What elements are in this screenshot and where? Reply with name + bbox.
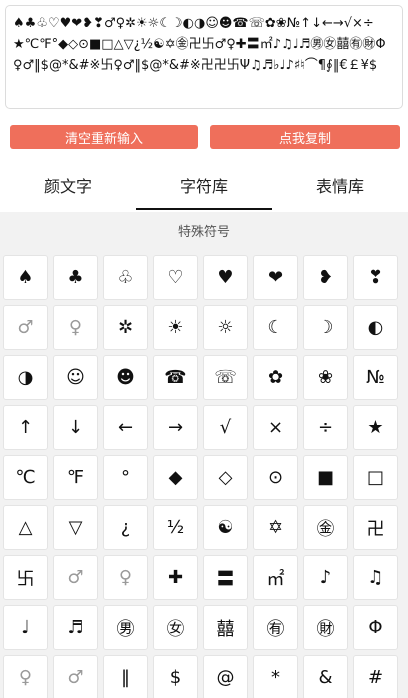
symbol-cell[interactable]: ◑: [3, 355, 48, 400]
symbol-cell[interactable]: ℃: [3, 455, 48, 500]
symbol-cell[interactable]: →: [153, 405, 198, 450]
symbol-cell[interactable]: №: [353, 355, 398, 400]
symbol-cell[interactable]: $: [153, 655, 198, 698]
symbol-cell[interactable]: *: [253, 655, 298, 698]
symbol-cell[interactable]: ㊚: [103, 605, 148, 650]
symbol-cell[interactable]: @: [203, 655, 248, 698]
symbol-cell[interactable]: □: [353, 455, 398, 500]
category-tabs: 颜文字 字符库 表情库: [0, 160, 408, 210]
symbol-cell[interactable]: ☺: [53, 355, 98, 400]
symbol-cell[interactable]: ❣: [353, 255, 398, 300]
symbol-cell[interactable]: ☀: [153, 305, 198, 350]
symbol-cell[interactable]: ↑: [3, 405, 48, 450]
symbol-cell[interactable]: ×: [253, 405, 298, 450]
symbol-cell[interactable]: ♠: [3, 255, 48, 300]
symbol-cell[interactable]: #: [353, 655, 398, 698]
symbol-cell[interactable]: Φ: [353, 605, 398, 650]
symbol-cell[interactable]: 卐: [3, 555, 48, 600]
symbol-cell[interactable]: ☯: [203, 505, 248, 550]
symbol-cell[interactable]: ◐: [353, 305, 398, 350]
symbol-cell[interactable]: ♬: [53, 605, 98, 650]
symbol-cell[interactable]: 卍: [353, 505, 398, 550]
symbol-cell[interactable]: ◇: [203, 455, 248, 500]
symbol-cell[interactable]: ♪: [303, 555, 348, 600]
symbol-cell[interactable]: ♫: [353, 555, 398, 600]
symbol-cell[interactable]: ♀: [53, 305, 98, 350]
symbol-cell[interactable]: ♣: [53, 255, 98, 300]
symbol-cell[interactable]: ☾: [253, 305, 298, 350]
symbol-cell[interactable]: ♩: [3, 605, 48, 650]
header-area: ♠♣♧♡♥❤❥❣♂♀✲☀☼☾☽◐◑☺☻☎☏✿❀№↑↓←→√×÷★℃℉°◆◇⊙■□…: [0, 0, 408, 212]
clear-reinput-button[interactable]: 清空重新输入: [10, 125, 198, 149]
symbol-cell[interactable]: ♡: [153, 255, 198, 300]
symbol-cell[interactable]: ÷: [303, 405, 348, 450]
symbol-cell[interactable]: ℉: [53, 455, 98, 500]
symbol-cell[interactable]: ♥: [203, 255, 248, 300]
tab-emoji-library[interactable]: 表情库: [272, 160, 408, 210]
symbol-cell[interactable]: ㊖: [303, 605, 348, 650]
symbol-cell[interactable]: ◆: [153, 455, 198, 500]
symbol-cell[interactable]: ↓: [53, 405, 98, 450]
symbol-cell[interactable]: ⊙: [253, 455, 298, 500]
symbol-cell[interactable]: ♂: [53, 555, 98, 600]
symbol-cell[interactable]: ♂: [53, 655, 98, 698]
symbol-cell[interactable]: ❥: [303, 255, 348, 300]
symbol-cell[interactable]: ☼: [203, 305, 248, 350]
copy-button[interactable]: 点我复制: [210, 125, 400, 149]
symbol-cell[interactable]: ←: [103, 405, 148, 450]
symbol-cell[interactable]: ❤: [253, 255, 298, 300]
symbol-cell[interactable]: °: [103, 455, 148, 500]
tab-kaomoji[interactable]: 颜文字: [0, 160, 136, 210]
symbol-cell[interactable]: ‖: [103, 655, 148, 698]
symbol-cell[interactable]: &: [303, 655, 348, 698]
symbol-cell[interactable]: ✲: [103, 305, 148, 350]
symbol-cell[interactable]: ㊒: [253, 605, 298, 650]
symbol-cell[interactable]: ☻: [103, 355, 148, 400]
symbol-cell[interactable]: ✡: [253, 505, 298, 550]
symbol-cell[interactable]: ☎: [153, 355, 198, 400]
symbol-cell[interactable]: ½: [153, 505, 198, 550]
symbol-cell[interactable]: ☽: [303, 305, 348, 350]
symbol-cell[interactable]: ㎡: [253, 555, 298, 600]
symbol-cell[interactable]: ♧: [103, 255, 148, 300]
section-title: 特殊符号: [177, 224, 230, 240]
symbol-cell[interactable]: ♀: [103, 555, 148, 600]
symbol-cell[interactable]: ■: [303, 455, 348, 500]
symbol-cell[interactable]: ♂: [3, 305, 48, 350]
symbol-input-textarea[interactable]: ♠♣♧♡♥❤❥❣♂♀✲☀☼☾☽◐◑☺☻☎☏✿❀№↑↓←→√×÷★℃℉°◆◇⊙■□…: [5, 5, 403, 109]
symbol-cell[interactable]: △: [3, 505, 48, 550]
symbol-cell[interactable]: ♀: [3, 655, 48, 698]
symbol-grid: ♠ ♣ ♧ ♡ ♥ ❤ ❥ ❣ ♂ ♀ ✲ ☀ ☼ ☾ ☽ ◐ ◑ ☺ ☻ ☎ …: [3, 255, 407, 698]
symbol-cell[interactable]: ¿: [103, 505, 148, 550]
symbol-cell[interactable]: ✚: [153, 555, 198, 600]
tab-character-library[interactable]: 字符库: [136, 160, 272, 210]
symbol-cell[interactable]: 囍: [203, 605, 248, 650]
symbol-cell[interactable]: ❀: [303, 355, 348, 400]
symbol-cell[interactable]: √: [203, 405, 248, 450]
symbol-cell[interactable]: 〓: [203, 555, 248, 600]
symbol-cell[interactable]: ★: [353, 405, 398, 450]
symbol-cell[interactable]: ✿: [253, 355, 298, 400]
symbol-cell[interactable]: ㊎: [303, 505, 348, 550]
symbol-cell[interactable]: ㊛: [153, 605, 198, 650]
symbol-cell[interactable]: ☏: [203, 355, 248, 400]
symbol-cell[interactable]: ▽: [53, 505, 98, 550]
